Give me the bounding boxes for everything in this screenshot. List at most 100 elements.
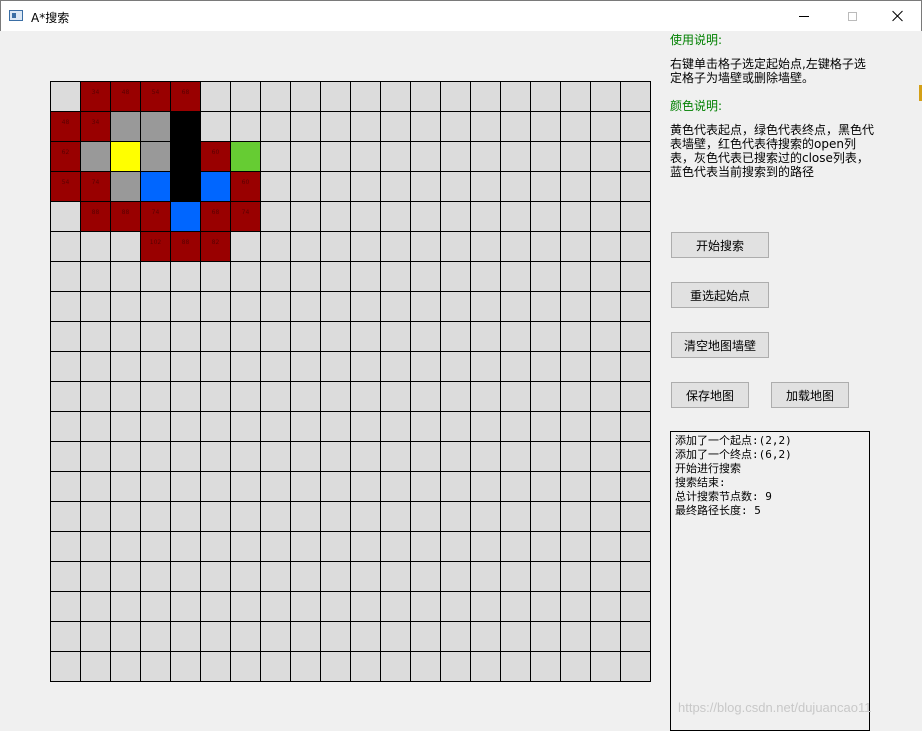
- grid-cell[interactable]: [141, 382, 171, 412]
- grid-cell[interactable]: [261, 592, 291, 622]
- grid-cell[interactable]: [291, 562, 321, 592]
- grid-cell[interactable]: [501, 322, 531, 352]
- grid-cell[interactable]: [561, 382, 591, 412]
- grid-cell[interactable]: [81, 382, 111, 412]
- grid-cell[interactable]: [171, 502, 201, 532]
- grid-cell[interactable]: [261, 142, 291, 172]
- grid-cell[interactable]: [171, 652, 201, 682]
- grid-cell[interactable]: [621, 232, 651, 262]
- clear-walls-button[interactable]: 清空地图墙壁: [671, 332, 769, 358]
- grid-cell[interactable]: [561, 472, 591, 502]
- grid-cell[interactable]: [261, 382, 291, 412]
- grid-cell[interactable]: [141, 622, 171, 652]
- grid-cell[interactable]: [291, 472, 321, 502]
- grid-cell[interactable]: [81, 292, 111, 322]
- grid-cell[interactable]: [261, 262, 291, 292]
- grid-cell[interactable]: [561, 172, 591, 202]
- grid-cell[interactable]: [411, 562, 441, 592]
- grid-cell[interactable]: [561, 532, 591, 562]
- grid-cell[interactable]: [441, 382, 471, 412]
- grid-cell[interactable]: [531, 562, 561, 592]
- grid-cell[interactable]: [381, 142, 411, 172]
- grid-cell[interactable]: [81, 412, 111, 442]
- grid-cell[interactable]: [231, 622, 261, 652]
- grid-cell[interactable]: [261, 112, 291, 142]
- grid-cell[interactable]: [351, 202, 381, 232]
- grid-cell[interactable]: [261, 412, 291, 442]
- grid-cell[interactable]: [531, 82, 561, 112]
- grid-cell[interactable]: [621, 442, 651, 472]
- grid-cell-start[interactable]: [111, 142, 141, 172]
- grid-cell[interactable]: [411, 232, 441, 262]
- grid-cell[interactable]: [471, 532, 501, 562]
- grid-cell[interactable]: [591, 322, 621, 352]
- save-map-button[interactable]: 保存地图: [671, 382, 749, 408]
- grid-cell[interactable]: [171, 622, 201, 652]
- grid-cell[interactable]: [441, 292, 471, 322]
- grid-cell[interactable]: [231, 322, 261, 352]
- grid-cell[interactable]: [471, 502, 501, 532]
- grid-cell[interactable]: [291, 112, 321, 142]
- grid-cell[interactable]: [411, 472, 441, 502]
- grid-cell-open[interactable]: 74: [231, 202, 261, 232]
- grid-cell-close[interactable]: [141, 142, 171, 172]
- grid-cell[interactable]: [231, 82, 261, 112]
- grid-cell[interactable]: [111, 562, 141, 592]
- grid-cell[interactable]: [231, 262, 261, 292]
- grid-cell-path[interactable]: [201, 172, 231, 202]
- grid-cell[interactable]: [111, 622, 141, 652]
- grid-cell-open[interactable]: 54: [51, 172, 81, 202]
- grid-cell[interactable]: [441, 622, 471, 652]
- grid-cell[interactable]: [81, 622, 111, 652]
- grid-cell[interactable]: [441, 142, 471, 172]
- grid-cell[interactable]: [501, 232, 531, 262]
- grid-cell[interactable]: [141, 592, 171, 622]
- grid-cell[interactable]: [141, 532, 171, 562]
- grid-cell[interactable]: [561, 412, 591, 442]
- grid-cell[interactable]: [621, 592, 651, 622]
- grid-cell[interactable]: [351, 652, 381, 682]
- grid-cell[interactable]: [621, 322, 651, 352]
- grid-cell[interactable]: [231, 292, 261, 322]
- grid-cell[interactable]: [351, 472, 381, 502]
- grid-cell[interactable]: [561, 142, 591, 172]
- grid-cell[interactable]: [321, 82, 351, 112]
- grid-cell[interactable]: [111, 502, 141, 532]
- grid-cell[interactable]: [501, 592, 531, 622]
- grid-cell[interactable]: [351, 412, 381, 442]
- grid-cell[interactable]: [501, 652, 531, 682]
- grid-cell[interactable]: [531, 352, 561, 382]
- grid-cell[interactable]: [561, 262, 591, 292]
- grid-cell[interactable]: [501, 292, 531, 322]
- grid-cell[interactable]: [291, 622, 321, 652]
- grid-cell[interactable]: [591, 352, 621, 382]
- grid-cell[interactable]: [321, 232, 351, 262]
- grid-cell-end[interactable]: [231, 142, 261, 172]
- grid-cell[interactable]: [411, 142, 441, 172]
- grid-cell[interactable]: [591, 202, 621, 232]
- grid-cell[interactable]: [171, 442, 201, 472]
- grid-cell[interactable]: [501, 412, 531, 442]
- grid-cell[interactable]: [591, 292, 621, 322]
- grid-cell[interactable]: [51, 412, 81, 442]
- grid-cell-open[interactable]: 34: [81, 82, 111, 112]
- grid-cell[interactable]: [171, 322, 201, 352]
- grid-cell[interactable]: [231, 532, 261, 562]
- grid-cell[interactable]: [51, 292, 81, 322]
- grid-cell[interactable]: [321, 352, 351, 382]
- grid-cell[interactable]: [561, 652, 591, 682]
- grid-cell-open[interactable]: 48: [51, 112, 81, 142]
- grid-cell[interactable]: [381, 442, 411, 472]
- grid-cell[interactable]: [471, 172, 501, 202]
- grid-cell-open[interactable]: 54: [141, 82, 171, 112]
- grid-cell[interactable]: [501, 142, 531, 172]
- grid-cell[interactable]: [411, 412, 441, 442]
- grid-cell[interactable]: [321, 592, 351, 622]
- grid-cell[interactable]: [111, 412, 141, 442]
- grid-cell[interactable]: [501, 112, 531, 142]
- grid-cell[interactable]: [201, 622, 231, 652]
- grid-cell[interactable]: [111, 592, 141, 622]
- grid-cell[interactable]: [411, 382, 441, 412]
- grid-cell-open[interactable]: 60: [201, 142, 231, 172]
- grid-cell[interactable]: [471, 592, 501, 622]
